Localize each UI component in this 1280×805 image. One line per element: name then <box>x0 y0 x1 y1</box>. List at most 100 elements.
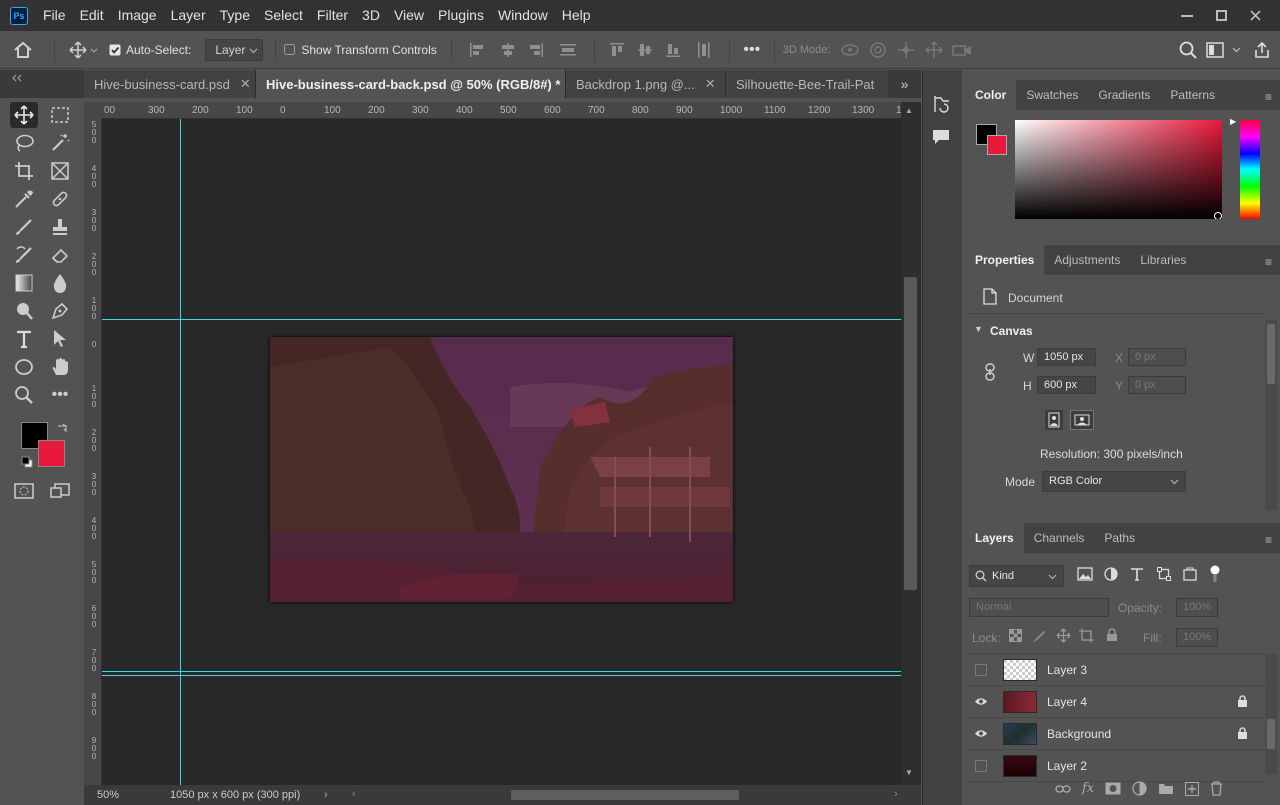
pen-tool-icon[interactable] <box>46 298 74 324</box>
layer-row-layer4[interactable]: Layer 4 <box>965 686 1265 718</box>
panel-menu-icon[interactable]: ≡ <box>1265 533 1272 547</box>
menu-help[interactable]: Help <box>555 0 598 31</box>
more-options-icon[interactable]: ••• <box>738 41 766 59</box>
scroll-right-icon[interactable]: › <box>894 788 898 800</box>
maximize-button[interactable] <box>1204 6 1238 26</box>
scrollbar-thumb[interactable] <box>511 790 739 800</box>
gradient-tool-icon[interactable] <box>10 270 38 296</box>
menu-filter[interactable]: Filter <box>310 0 355 31</box>
layer-row-layer3[interactable]: Layer 3 <box>965 654 1265 686</box>
status-menu-icon[interactable]: › <box>324 789 344 801</box>
width-field[interactable]: 1050 px <box>1037 348 1096 366</box>
menu-type[interactable]: Type <box>213 0 257 31</box>
close-tab-icon[interactable]: ✕ <box>240 76 251 92</box>
swap-colors-icon[interactable] <box>56 422 68 434</box>
marquee-tool-icon[interactable] <box>46 102 74 128</box>
menu-file[interactable]: File <box>36 0 73 31</box>
tab-hive-business-card-back[interactable]: Hive-business-card-back.psd @ 50% (RGB/8… <box>256 70 581 98</box>
3d-pan-icon[interactable] <box>892 41 920 59</box>
lock-transparency-icon[interactable] <box>1009 629 1022 642</box>
filter-smart-object-icon[interactable] <box>1183 567 1197 581</box>
scroll-up-icon[interactable]: ▲ <box>905 106 913 115</box>
magic-wand-tool-icon[interactable] <box>46 130 74 156</box>
tab-libraries[interactable]: Libraries <box>1130 245 1196 275</box>
layer-name[interactable]: Layer 4 <box>1047 695 1237 709</box>
layer-row-layer2[interactable]: Layer 2 <box>965 750 1265 782</box>
visibility-toggle[interactable] <box>965 759 997 772</box>
workspace-icon[interactable] <box>1202 41 1228 58</box>
healing-brush-tool-icon[interactable] <box>46 186 74 212</box>
tab-gradients[interactable]: Gradients <box>1088 80 1160 110</box>
frame-tool-icon[interactable] <box>46 158 74 184</box>
zoom-tool-icon[interactable] <box>10 382 38 408</box>
link-layers-icon[interactable] <box>1055 784 1071 794</box>
close-window-button[interactable] <box>1238 6 1272 26</box>
guide-horizontal[interactable] <box>102 319 901 320</box>
move-tool-icon[interactable] <box>10 102 38 128</box>
tab-layers[interactable]: Layers <box>965 523 1024 553</box>
filter-type-icon[interactable] <box>1130 567 1144 581</box>
scroll-down-icon[interactable]: ▼ <box>905 768 913 777</box>
filter-shape-icon[interactable] <box>1157 567 1171 581</box>
landscape-orientation-icon[interactable] <box>1070 410 1094 430</box>
align-right-icon[interactable] <box>522 42 550 58</box>
align-middle-icon[interactable] <box>631 42 659 58</box>
background-color-chip[interactable] <box>987 135 1007 155</box>
screen-mode-icon[interactable] <box>46 478 74 504</box>
guide-vertical[interactable] <box>180 119 181 785</box>
panel-menu-icon[interactable]: ≡ <box>1265 255 1272 269</box>
type-tool-icon[interactable] <box>10 326 38 352</box>
menu-edit[interactable]: Edit <box>73 0 111 31</box>
layer-name[interactable]: Background <box>1047 727 1237 741</box>
auto-select-checkbox[interactable] <box>109 44 121 56</box>
zoom-level[interactable]: 50% <box>84 789 144 801</box>
more-tools-icon[interactable]: ••• <box>46 382 74 408</box>
menu-view[interactable]: View <box>387 0 431 31</box>
tab-properties[interactable]: Properties <box>965 245 1045 275</box>
scroll-left-icon[interactable]: ‹ <box>352 788 356 800</box>
layer-row-background[interactable]: Background <box>965 718 1265 750</box>
blur-tool-icon[interactable] <box>46 270 74 296</box>
tab-paths[interactable]: Paths <box>1094 523 1145 553</box>
filter-adjustment-icon[interactable] <box>1104 567 1118 581</box>
tab-adjustments[interactable]: Adjustments <box>1044 245 1130 275</box>
move-tool-preset-icon[interactable] <box>63 40 103 59</box>
chevron-down-icon[interactable]: ▼ <box>974 324 983 334</box>
layer-name[interactable]: Layer 2 <box>1047 759 1237 773</box>
quick-mask-icon[interactable] <box>10 478 38 504</box>
lock-artboard-icon[interactable] <box>1079 628 1094 643</box>
menu-layer[interactable]: Layer <box>164 0 213 31</box>
new-group-icon[interactable] <box>1158 782 1174 795</box>
horizontal-scrollbar[interactable]: ‹ › <box>348 785 908 805</box>
auto-select-dropdown[interactable]: Layer <box>205 38 264 61</box>
fill-field[interactable]: 100% <box>1176 628 1218 647</box>
tab-backdrop[interactable]: Backdrop 1.png @... ✕ <box>566 70 726 98</box>
mode-dropdown[interactable]: RGB Color <box>1042 471 1186 492</box>
opacity-field[interactable]: 100% <box>1176 598 1218 617</box>
share-icon[interactable] <box>1244 41 1280 59</box>
layer-name[interactable]: Layer 3 <box>1047 663 1237 677</box>
link-icon[interactable] <box>984 363 996 381</box>
hue-slider[interactable] <box>1240 120 1260 219</box>
tab-silhouette-bee[interactable]: Silhouette-Bee-Trail-Pat <box>726 70 888 98</box>
new-adjustment-icon[interactable] <box>1132 781 1147 796</box>
history-icon[interactable] <box>931 94 953 114</box>
layers-scrollbar[interactable] <box>1265 654 1277 774</box>
guide-horizontal[interactable] <box>102 675 901 676</box>
lock-image-icon[interactable] <box>1032 629 1046 643</box>
y-field[interactable]: 0 px <box>1128 376 1186 394</box>
transform-controls-checkbox[interactable] <box>284 43 296 56</box>
eraser-tool-icon[interactable] <box>46 242 74 268</box>
layer-kind-filter[interactable]: Kind <box>969 565 1064 587</box>
menu-image[interactable]: Image <box>111 0 164 31</box>
filter-toggle-icon[interactable] <box>1209 565 1221 583</box>
menu-3d[interactable]: 3D <box>355 0 387 31</box>
chevron-down-icon[interactable] <box>1228 47 1244 53</box>
portrait-orientation-icon[interactable] <box>1045 410 1063 430</box>
new-layer-icon[interactable] <box>1185 781 1200 796</box>
3d-roll-icon[interactable] <box>864 41 892 59</box>
properties-scrollbar[interactable] <box>1265 320 1277 510</box>
align-top-icon[interactable] <box>603 42 631 58</box>
search-icon[interactable] <box>1174 41 1202 59</box>
color-field[interactable] <box>1015 120 1222 219</box>
